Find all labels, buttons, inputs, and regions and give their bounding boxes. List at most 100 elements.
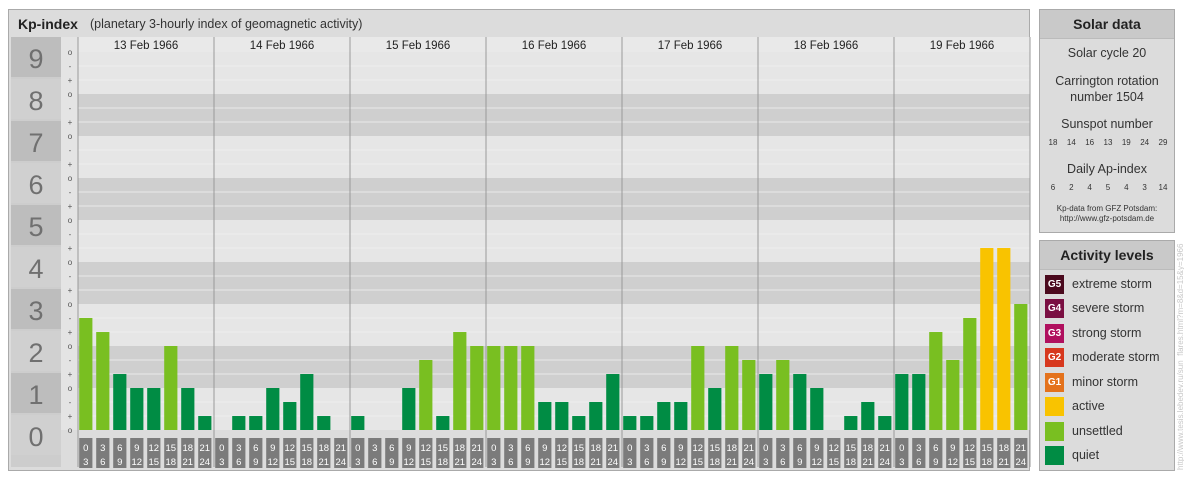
solar-data-panel: Solar data Solar cycle 20 Carrington rot…	[1039, 9, 1175, 233]
y-subtick-label: +	[68, 328, 73, 337]
plot-band	[78, 304, 1030, 346]
interval-start-label: 6	[389, 443, 394, 454]
interval-end-label: 18	[574, 457, 585, 468]
y-subtick-label: -	[69, 230, 72, 239]
kp-bar	[164, 346, 178, 430]
plot-band	[78, 94, 1030, 136]
interval-end-label: 21	[863, 457, 874, 468]
interval-start-label: 9	[678, 443, 683, 454]
y-subtick-label: -	[69, 104, 72, 113]
interval-start-label: 18	[727, 443, 738, 454]
kp-bar	[946, 359, 960, 430]
interval-start-label: 12	[829, 443, 840, 454]
legend-label: moderate storm	[1072, 350, 1160, 364]
kp-bar	[980, 248, 994, 430]
kp-bar	[147, 388, 161, 430]
plot-band	[78, 178, 1030, 220]
legend-label: extreme storm	[1072, 277, 1152, 291]
interval-start-label: 12	[149, 443, 160, 454]
y-subtick-label: o	[68, 342, 73, 351]
kp-bar	[300, 374, 314, 430]
kp-bar	[181, 388, 195, 430]
interval-start-label: 18	[591, 443, 602, 454]
interval-start-label: 3	[508, 443, 513, 454]
interval-end-label: 3	[763, 457, 768, 468]
interval-end-label: 6	[372, 457, 377, 468]
day-label: 17 Feb 1966	[658, 40, 723, 52]
interval-start-label: 6	[661, 443, 666, 454]
interval-start-label: 9	[542, 443, 547, 454]
interval-start-label: 0	[763, 443, 768, 454]
interval-end-label: 24	[336, 457, 347, 468]
sunspot-value: 19	[1121, 138, 1131, 147]
legend-swatch	[1045, 422, 1064, 441]
interval-end-label: 12	[132, 457, 143, 468]
legend-swatch	[1045, 446, 1064, 465]
interval-start-label: 12	[965, 443, 976, 454]
interval-end-label: 15	[693, 457, 704, 468]
y-subtick-label: o	[68, 258, 73, 267]
kp-bar	[249, 416, 263, 430]
legend-swatch	[1045, 397, 1064, 416]
kp-bar	[640, 416, 654, 430]
y-subtick-label: o	[68, 174, 73, 183]
interval-end-label: 15	[557, 457, 568, 468]
interval-end-label: 3	[219, 457, 224, 468]
day-label: 19 Feb 1966	[930, 40, 995, 52]
y-subtick-label: -	[69, 188, 72, 197]
y-subtick-label: o	[68, 426, 73, 435]
interval-start-label: 12	[285, 443, 296, 454]
interval-start-label: 21	[200, 443, 211, 454]
interval-start-label: 15	[574, 443, 585, 454]
legend-label: active	[1072, 399, 1105, 413]
interval-end-label: 24	[744, 457, 755, 468]
ap-index-values: 6 2 4 5 4 3 14	[1044, 183, 1172, 192]
interval-start-label: 0	[219, 443, 224, 454]
kp-bar	[521, 346, 535, 430]
interval-end-label: 6	[916, 457, 921, 468]
kp-bar	[453, 332, 467, 430]
kp-bar	[96, 332, 110, 430]
kp-bar	[402, 388, 416, 430]
interval-start-label: 21	[336, 443, 347, 454]
y-subtick-label: o	[68, 90, 73, 99]
interval-end-label: 15	[829, 457, 840, 468]
ap-value: 4	[1087, 183, 1092, 192]
plot-band	[78, 346, 1030, 388]
interval-end-label: 24	[200, 457, 211, 468]
interval-end-label: 24	[472, 457, 483, 468]
y-tick-label: 3	[28, 296, 43, 326]
data-credit: Kp-data from GFZ Potsdam:	[1056, 204, 1158, 213]
interval-end-label: 6	[508, 457, 513, 468]
interval-end-label: 3	[491, 457, 496, 468]
legend-swatch: G4	[1045, 299, 1064, 318]
kp-bar	[929, 332, 943, 430]
legend-label: minor storm	[1072, 375, 1138, 389]
kp-bar	[895, 374, 909, 430]
kp-bar	[419, 359, 433, 430]
sunspot-value: 14	[1066, 138, 1076, 147]
kp-bar	[708, 388, 722, 430]
plot-band	[78, 52, 1030, 94]
interval-end-label: 24	[608, 457, 619, 468]
interval-end-label: 12	[812, 457, 823, 468]
interval-start-label: 9	[270, 443, 275, 454]
legend-swatch: G1	[1045, 373, 1064, 392]
interval-start-label: 18	[455, 443, 466, 454]
interval-end-label: 6	[644, 457, 649, 468]
interval-start-label: 12	[421, 443, 432, 454]
kp-bar	[674, 401, 688, 430]
kp-bar	[657, 401, 671, 430]
interval-end-label: 9	[797, 457, 802, 468]
sunspot-label: Sunspot number	[1061, 117, 1153, 131]
interval-end-label: 6	[236, 457, 241, 468]
interval-start-label: 12	[557, 443, 568, 454]
interval-start-label: 3	[372, 443, 377, 454]
kp-bar	[793, 374, 807, 430]
interval-start-label: 3	[644, 443, 649, 454]
carrington-number: number 1504	[1070, 90, 1144, 104]
kp-bar	[283, 401, 297, 430]
interval-start-label: 18	[183, 443, 194, 454]
interval-end-label: 18	[846, 457, 857, 468]
kp-bar	[759, 374, 773, 430]
